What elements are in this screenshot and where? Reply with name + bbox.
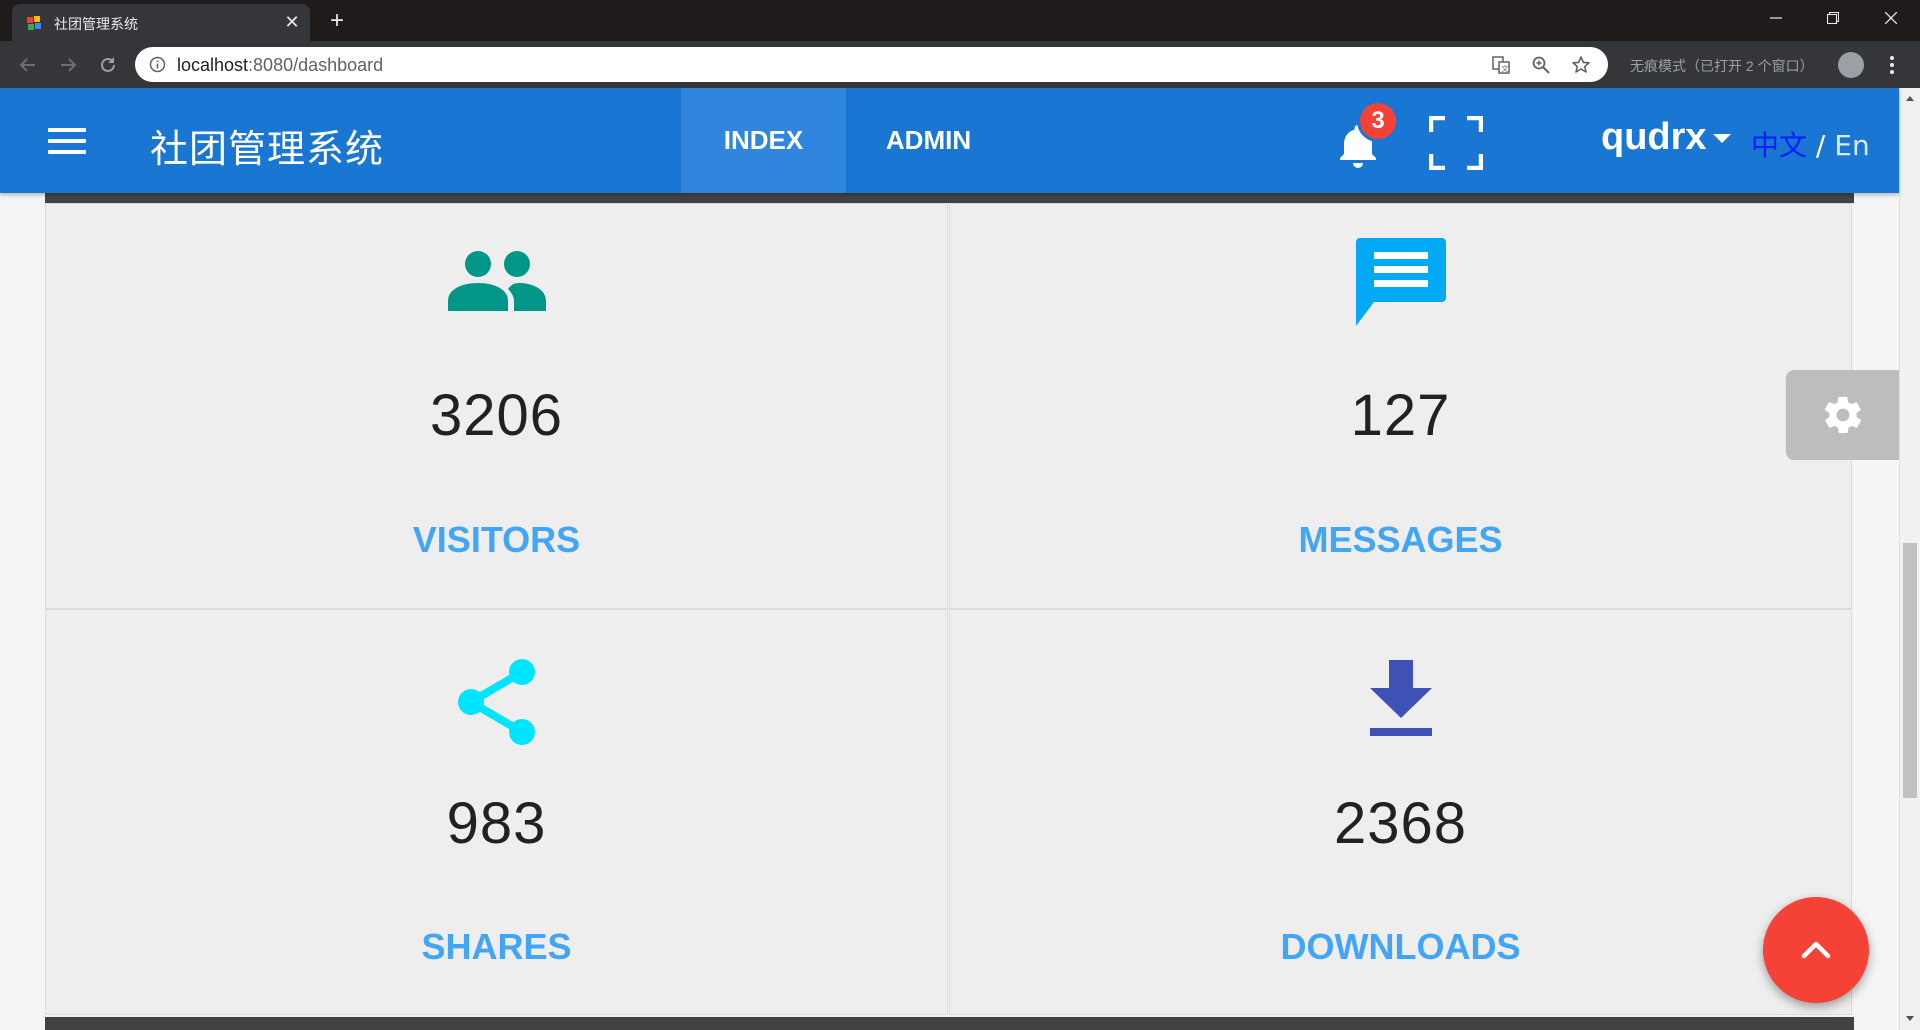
app-title: 社团管理系统 bbox=[150, 127, 385, 171]
shares-count: 983 bbox=[446, 791, 547, 856]
content-bottom-edge bbox=[45, 1017, 1854, 1030]
url-host: localhost bbox=[177, 55, 249, 75]
lang-en-link[interactable]: En bbox=[1834, 129, 1869, 162]
tab-index-label: INDEX bbox=[723, 125, 804, 155]
svg-text:文: 文 bbox=[1502, 64, 1509, 73]
downloads-label: DOWNLOADS bbox=[1280, 926, 1521, 967]
scroll-thumb[interactable] bbox=[1903, 543, 1917, 798]
language-switcher: 中文 / En bbox=[1751, 124, 1870, 164]
visitors-label: VISITORS bbox=[412, 519, 581, 560]
back-button[interactable] bbox=[14, 51, 42, 79]
incognito-label: 无痕模式（已打开 2 个窗口） bbox=[1630, 58, 1814, 74]
user-menu-button[interactable]: qudrx bbox=[1601, 116, 1707, 159]
scroll-down-arrow-icon[interactable] bbox=[1906, 1016, 1914, 1021]
incognito-icon[interactable] bbox=[1838, 52, 1864, 78]
page-scrollbar[interactable] bbox=[1899, 88, 1920, 1030]
app-bar: 社团管理系统 INDEX ADMIN 3 qudrx 中文 / En bbox=[0, 88, 1899, 193]
address-bar[interactable]: localhost:8080/dashboard 文 bbox=[135, 47, 1608, 82]
url-path: :8080/dashboard bbox=[248, 55, 384, 75]
reload-button[interactable] bbox=[94, 51, 122, 79]
back-to-top-button[interactable] bbox=[1763, 897, 1869, 1003]
scroll-up-arrow-icon[interactable] bbox=[1906, 96, 1914, 101]
translate-icon[interactable]: 文 bbox=[1490, 54, 1512, 76]
tab-admin[interactable]: ADMIN bbox=[846, 88, 1011, 193]
browser-menu-icon[interactable] bbox=[1884, 53, 1900, 77]
tab-index[interactable]: INDEX bbox=[681, 88, 846, 193]
zoom-icon[interactable] bbox=[1530, 54, 1552, 76]
messages-count: 127 bbox=[1350, 383, 1451, 448]
message-icon bbox=[950, 238, 1851, 326]
lang-zh-link[interactable]: 中文 bbox=[1751, 129, 1807, 162]
browser-tab-strip: 社团管理系统 ✕ + bbox=[0, 0, 1920, 41]
messages-label: MESSAGES bbox=[1298, 519, 1503, 560]
favicon-icon bbox=[26, 15, 42, 31]
chevron-down-icon[interactable] bbox=[1713, 134, 1731, 143]
lang-separator: / bbox=[1815, 129, 1826, 162]
download-icon bbox=[950, 660, 1851, 736]
browser-tab[interactable]: 社团管理系统 ✕ bbox=[12, 4, 310, 41]
close-window-button[interactable] bbox=[1868, 0, 1914, 36]
browser-toolbar: localhost:8080/dashboard 文 无痕模式（已打开 2 个窗… bbox=[0, 41, 1920, 88]
share-icon bbox=[46, 658, 947, 746]
forward-button[interactable] bbox=[54, 51, 82, 79]
url-text: localhost:8080/dashboard bbox=[177, 55, 383, 76]
site-info-icon[interactable] bbox=[149, 56, 166, 73]
hamburger-menu-icon[interactable] bbox=[48, 128, 86, 154]
new-tab-button[interactable]: + bbox=[324, 8, 350, 34]
people-icon bbox=[46, 249, 947, 311]
visitors-count: 3206 bbox=[429, 383, 564, 448]
bookmark-star-icon[interactable] bbox=[1570, 54, 1592, 76]
content-top-edge bbox=[45, 193, 1854, 203]
shares-label: SHARES bbox=[421, 926, 572, 967]
fullscreen-icon[interactable] bbox=[1428, 115, 1484, 171]
downloads-count: 2368 bbox=[1333, 791, 1468, 856]
tab-title: 社团管理系统 bbox=[54, 16, 138, 32]
minimize-button[interactable] bbox=[1753, 0, 1799, 36]
tab-admin-label: ADMIN bbox=[885, 125, 972, 155]
stat-card-visitors: 3206 VISITORS bbox=[45, 203, 948, 609]
stat-card-downloads: 2368 DOWNLOADS bbox=[949, 609, 1852, 1015]
restore-button[interactable] bbox=[1810, 0, 1856, 36]
stat-card-shares: 983 SHARES bbox=[45, 609, 948, 1015]
chevron-up-icon bbox=[1801, 941, 1831, 959]
page-viewport: 社团管理系统 INDEX ADMIN 3 qudrx 中文 / En 3206 … bbox=[0, 88, 1920, 1030]
tab-close-icon[interactable]: ✕ bbox=[282, 12, 302, 32]
gear-icon bbox=[1824, 396, 1861, 434]
stat-card-messages: 127 MESSAGES bbox=[949, 203, 1852, 609]
notification-badge: 3 bbox=[1357, 100, 1399, 142]
settings-button[interactable] bbox=[1786, 370, 1899, 460]
